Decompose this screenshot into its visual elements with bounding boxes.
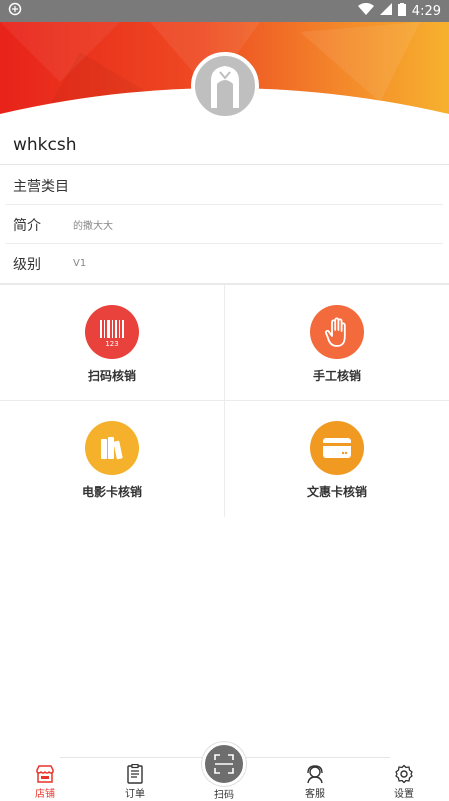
tab-scan-label: 扫码: [214, 790, 234, 801]
clock-time: 4:29: [411, 3, 441, 19]
culture-card-verify-label: 文惠卡核销: [306, 485, 367, 499]
battery-icon: [397, 2, 406, 20]
info-row-category: 主营类目: [0, 166, 449, 205]
level-label: 级别: [13, 256, 41, 273]
tab-store[interactable]: 店铺: [15, 763, 75, 800]
shop-name: whkcsh: [0, 125, 449, 165]
tab-customer-service[interactable]: 客服: [285, 763, 345, 800]
order-icon: [124, 763, 146, 785]
intro-value: 的撒大大: [73, 221, 113, 232]
avatar[interactable]: [191, 52, 259, 120]
tab-orders[interactable]: 订单: [105, 763, 165, 800]
signal-icon: [379, 3, 392, 19]
manual-verify-label: 手工核销: [312, 369, 361, 383]
tab-settings[interactable]: 设置: [374, 763, 434, 800]
level-value: V1: [73, 258, 87, 269]
intro-label: 简介: [13, 217, 41, 234]
movie-card-verify-button[interactable]: 电影卡核销: [0, 401, 224, 517]
category-label: 主营类目: [13, 178, 69, 195]
tab-store-label: 店铺: [35, 789, 55, 800]
store-icon: [34, 763, 56, 785]
wifi-icon: [357, 2, 374, 19]
tab-scan-button[interactable]: [202, 742, 246, 786]
tab-settings-label: 设置: [394, 789, 414, 800]
scan-verify-button[interactable]: 123 扫码核销: [0, 285, 224, 401]
manual-verify-button[interactable]: 手工核销: [225, 285, 449, 401]
book-icon: [85, 421, 139, 475]
tab-customer-service-label: 客服: [305, 789, 325, 800]
culture-card-verify-button[interactable]: 文惠卡核销: [225, 401, 449, 517]
info-row-intro: 简介 的撒大大: [0, 205, 449, 244]
hand-icon: [310, 305, 364, 359]
scan-verify-label: 扫码核销: [87, 369, 136, 383]
app-notification-icon: [8, 2, 22, 20]
customer-service-icon: [304, 763, 326, 785]
status-bar: 4:29: [0, 0, 449, 22]
gear-icon: [393, 763, 415, 785]
card-icon: [310, 421, 364, 475]
svg-text:123: 123: [105, 340, 118, 347]
tab-orders-label: 订单: [125, 789, 145, 800]
action-grid: 123 扫码核销 手工核销 电影卡核销 文惠卡核销: [0, 285, 449, 517]
scan-icon: [214, 754, 234, 774]
movie-card-verify-label: 电影卡核销: [81, 485, 142, 499]
avatar-placeholder-icon: [211, 66, 239, 108]
info-row-level: 级别 V1: [0, 244, 449, 283]
barcode-icon: 123: [85, 305, 139, 359]
